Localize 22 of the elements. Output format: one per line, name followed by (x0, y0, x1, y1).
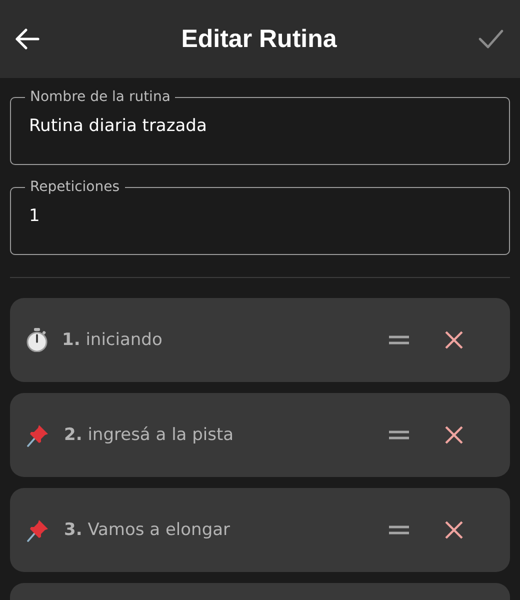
step-name: 1. iniciando (62, 330, 162, 350)
stopwatch-icon (26, 328, 48, 352)
step-name: 2. ingresá a la pista (64, 425, 234, 445)
step-card[interactable]: 3. Vamos a elongar (10, 488, 510, 572)
drag-handle-icon[interactable] (388, 430, 410, 440)
pushpin-icon (26, 423, 50, 447)
close-icon[interactable] (444, 330, 464, 350)
drag-handle-icon[interactable] (388, 335, 410, 345)
field-value[interactable]: 1 (15, 206, 509, 226)
field-label: Nombre de la rutina (29, 88, 172, 106)
close-icon[interactable] (444, 425, 464, 445)
text-field[interactable]: Nombre de la rutina Rutina diaria trazada (10, 88, 510, 165)
step-card[interactable]: 1. iniciando (10, 298, 510, 382)
text-field[interactable]: Repeticiones 1 (10, 178, 510, 255)
pushpin-icon (26, 518, 50, 542)
field-label: Repeticiones (29, 178, 121, 196)
close-icon[interactable] (444, 520, 464, 540)
screen-title: Editar Rutina (181, 24, 337, 54)
field-value[interactable]: Rutina diaria trazada (15, 116, 509, 136)
drag-handle-icon[interactable] (388, 525, 410, 535)
step-name: 3. Vamos a elongar (64, 520, 230, 540)
step-card[interactable]: 2. ingresá a la pista (10, 393, 510, 477)
